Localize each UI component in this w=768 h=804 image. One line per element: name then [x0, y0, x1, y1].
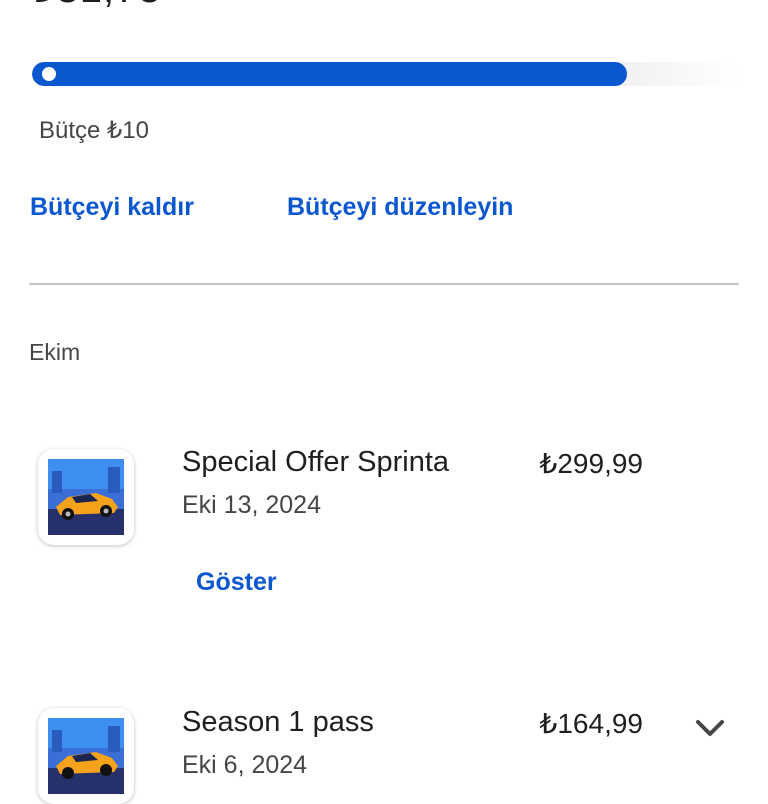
transaction-price: ₺164,99 — [539, 708, 643, 739]
month-section-header: Ekim — [29, 339, 81, 365]
racing-car-app-icon — [38, 708, 134, 804]
budget-amount-label: Bütçe ₺10 — [39, 117, 150, 144]
transaction-date: Eki 6, 2024 — [182, 751, 308, 779]
budget-progress-fill — [32, 62, 627, 86]
transaction-date: Eki 13, 2024 — [182, 491, 321, 519]
progress-start-marker-icon — [39, 64, 59, 84]
budget-progress-bar — [32, 62, 740, 86]
total-spent-amount: ₺31,78 — [30, 0, 162, 12]
racing-car-app-icon — [38, 449, 134, 545]
transaction-price: ₺299,99 — [539, 448, 643, 479]
chevron-down-icon[interactable] — [694, 712, 726, 744]
show-details-button[interactable]: Göster — [196, 568, 277, 597]
transaction-title: Special Offer Sprinta — [182, 446, 450, 478]
section-divider — [29, 283, 739, 285]
transaction-title: Season 1 pass — [182, 706, 374, 738]
edit-budget-button[interactable]: Bütçeyi düzenleyin — [287, 193, 513, 222]
remove-budget-button[interactable]: Bütçeyi kaldır — [30, 193, 194, 222]
